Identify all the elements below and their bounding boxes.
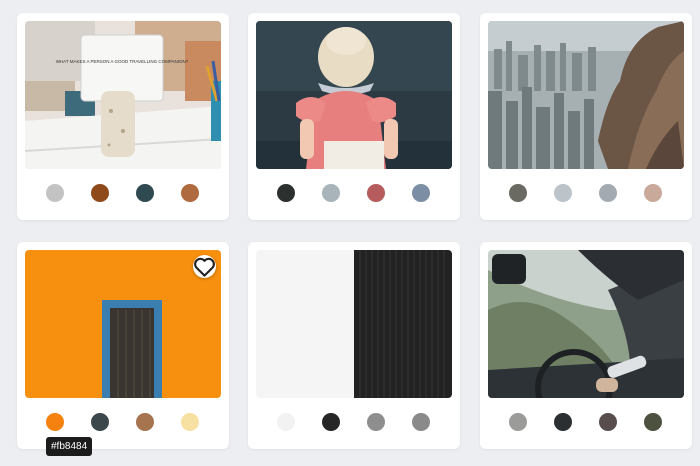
color-swatch[interactable] bbox=[181, 184, 199, 202]
photo-card[interactable]: WHAT MAKES A PERSON A GOOD TRAVELLING CO… bbox=[17, 13, 229, 220]
color-swatch[interactable] bbox=[46, 184, 64, 202]
color-palette bbox=[25, 184, 221, 202]
car-interior-steering-wheel-photo bbox=[488, 250, 684, 398]
color-swatch[interactable] bbox=[136, 413, 154, 431]
color-palette bbox=[256, 184, 452, 202]
color-swatch[interactable] bbox=[509, 184, 527, 202]
color-swatch[interactable] bbox=[322, 413, 340, 431]
color-swatch[interactable] bbox=[412, 184, 430, 202]
photo-thumbnail[interactable] bbox=[256, 250, 452, 398]
photo-thumbnail[interactable] bbox=[256, 21, 452, 169]
heart-icon bbox=[194, 257, 215, 277]
color-swatch[interactable] bbox=[91, 413, 109, 431]
color-swatch[interactable] bbox=[644, 184, 662, 202]
color-palette bbox=[256, 413, 452, 431]
city-and-rock-cliff-photo bbox=[488, 21, 684, 169]
card-sign-text: WHAT MAKES A PERSON A GOOD TRAVELLING CO… bbox=[56, 59, 189, 64]
photo-thumbnail[interactable] bbox=[488, 250, 684, 398]
color-swatch[interactable] bbox=[277, 413, 295, 431]
color-swatch[interactable] bbox=[554, 413, 572, 431]
color-swatch[interactable] bbox=[644, 413, 662, 431]
color-swatch[interactable] bbox=[46, 413, 64, 431]
color-swatch[interactable] bbox=[599, 184, 617, 202]
color-swatch[interactable] bbox=[91, 184, 109, 202]
color-palette bbox=[488, 184, 684, 202]
color-swatch[interactable] bbox=[277, 184, 295, 202]
photo-card[interactable] bbox=[480, 242, 692, 449]
color-palette bbox=[25, 413, 221, 431]
color-swatch[interactable] bbox=[599, 413, 617, 431]
color-swatch[interactable] bbox=[367, 413, 385, 431]
girl-in-pink-dress-photo bbox=[256, 21, 452, 169]
photo-thumbnail[interactable] bbox=[25, 250, 221, 398]
blue-door-orange-wall-photo bbox=[25, 250, 221, 398]
photo-thumbnail[interactable] bbox=[488, 21, 684, 169]
photo-card[interactable] bbox=[17, 242, 229, 449]
tabletop-card-holder-photo: WHAT MAKES A PERSON A GOOD TRAVELLING CO… bbox=[25, 21, 221, 169]
photo-card[interactable] bbox=[248, 13, 460, 220]
color-swatch[interactable] bbox=[322, 184, 340, 202]
color-palette bbox=[488, 413, 684, 431]
black-white-panel-photo bbox=[256, 250, 452, 398]
photo-card[interactable] bbox=[248, 242, 460, 449]
color-swatch[interactable] bbox=[367, 184, 385, 202]
color-swatch[interactable] bbox=[554, 184, 572, 202]
color-code-tooltip: #fb8484 bbox=[46, 437, 93, 456]
color-swatch[interactable] bbox=[412, 413, 430, 431]
color-swatch[interactable] bbox=[136, 184, 154, 202]
color-swatch[interactable] bbox=[181, 413, 199, 431]
favorite-button[interactable] bbox=[193, 255, 216, 278]
color-swatch[interactable] bbox=[509, 413, 527, 431]
photo-card[interactable] bbox=[480, 13, 692, 220]
photo-thumbnail[interactable]: WHAT MAKES A PERSON A GOOD TRAVELLING CO… bbox=[25, 21, 221, 169]
